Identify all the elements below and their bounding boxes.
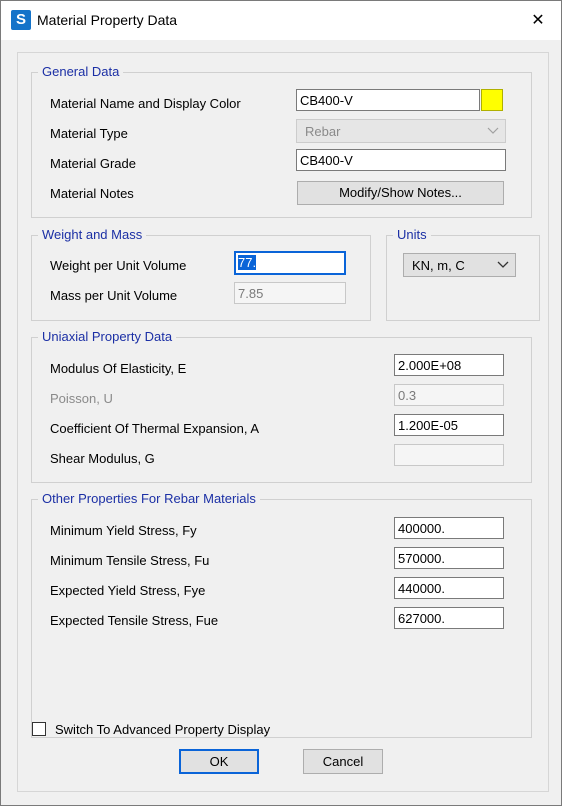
units-group: Units: [386, 227, 540, 321]
weight-mass-legend: Weight and Mass: [38, 227, 147, 242]
shear-modulus-label: Shear Modulus, G: [50, 451, 155, 466]
material-type-value: Rebar: [305, 124, 341, 139]
min-yield-stress-field[interactable]: 400000.: [394, 517, 504, 539]
weight-per-volume-label: Weight per Unit Volume: [50, 258, 187, 273]
material-grade-field[interactable]: CB400-V: [296, 149, 506, 171]
general-data-legend: General Data: [38, 64, 124, 79]
material-grade-label: Material Grade: [50, 156, 136, 171]
material-name-label: Material Name and Display Color: [50, 96, 241, 111]
title-bar: S Material Property Data ✕: [1, 1, 561, 40]
modulus-elasticity-label: Modulus Of Elasticity, E: [50, 361, 187, 376]
material-notes-label: Material Notes: [50, 186, 134, 201]
expected-tensile-stress-field[interactable]: 627000.: [394, 607, 504, 629]
mass-per-volume-label: Mass per Unit Volume: [50, 288, 178, 303]
display-color-swatch[interactable]: [481, 89, 503, 111]
units-legend: Units: [393, 227, 431, 242]
material-type-label: Material Type: [50, 126, 128, 141]
uniaxial-legend: Uniaxial Property Data: [38, 329, 177, 344]
material-type-dropdown: Rebar: [296, 119, 506, 143]
close-icon[interactable]: ✕: [515, 1, 561, 40]
advanced-display-checkbox[interactable]: [32, 722, 46, 736]
units-dropdown[interactable]: KN, m, C: [403, 253, 516, 277]
expected-yield-stress-field[interactable]: 440000.: [394, 577, 504, 599]
ok-button[interactable]: OK: [179, 749, 259, 774]
shear-modulus-field: [394, 444, 504, 466]
units-value: KN, m, C: [412, 258, 465, 273]
expected-yield-stress-label: Expected Yield Stress, Fye: [50, 583, 206, 598]
expected-tensile-stress-label: Expected Tensile Stress, Fue: [50, 613, 219, 628]
material-name-field[interactable]: CB400-V: [296, 89, 480, 111]
min-tensile-stress-field[interactable]: 570000.: [394, 547, 504, 569]
weight-per-volume-value: 77.: [238, 255, 257, 270]
thermal-expansion-label: Coefficient Of Thermal Expansion, A: [50, 421, 260, 436]
cancel-button[interactable]: Cancel: [303, 749, 383, 774]
modify-show-notes-button[interactable]: Modify/Show Notes...: [297, 181, 504, 205]
weight-mass-group: Weight and Mass: [31, 227, 371, 321]
chevron-down-icon: [497, 257, 509, 274]
app-icon: S: [11, 10, 31, 30]
poisson-label: Poisson, U: [50, 391, 113, 406]
mass-per-volume-field: 7.85: [234, 282, 346, 304]
thermal-expansion-field[interactable]: 1.200E-05: [394, 414, 504, 436]
min-tensile-stress-label: Minimum Tensile Stress, Fu: [50, 553, 210, 568]
modulus-elasticity-field[interactable]: 2.000E+08: [394, 354, 504, 376]
dialog-title: Material Property Data: [37, 12, 178, 28]
poisson-field: 0.3: [394, 384, 504, 406]
weight-per-volume-field[interactable]: 77.: [234, 251, 346, 275]
chevron-down-icon: [487, 123, 499, 140]
advanced-display-label: Switch To Advanced Property Display: [55, 722, 271, 737]
rebar-properties-legend: Other Properties For Rebar Materials: [38, 491, 260, 506]
min-yield-stress-label: Minimum Yield Stress, Fy: [50, 523, 197, 538]
